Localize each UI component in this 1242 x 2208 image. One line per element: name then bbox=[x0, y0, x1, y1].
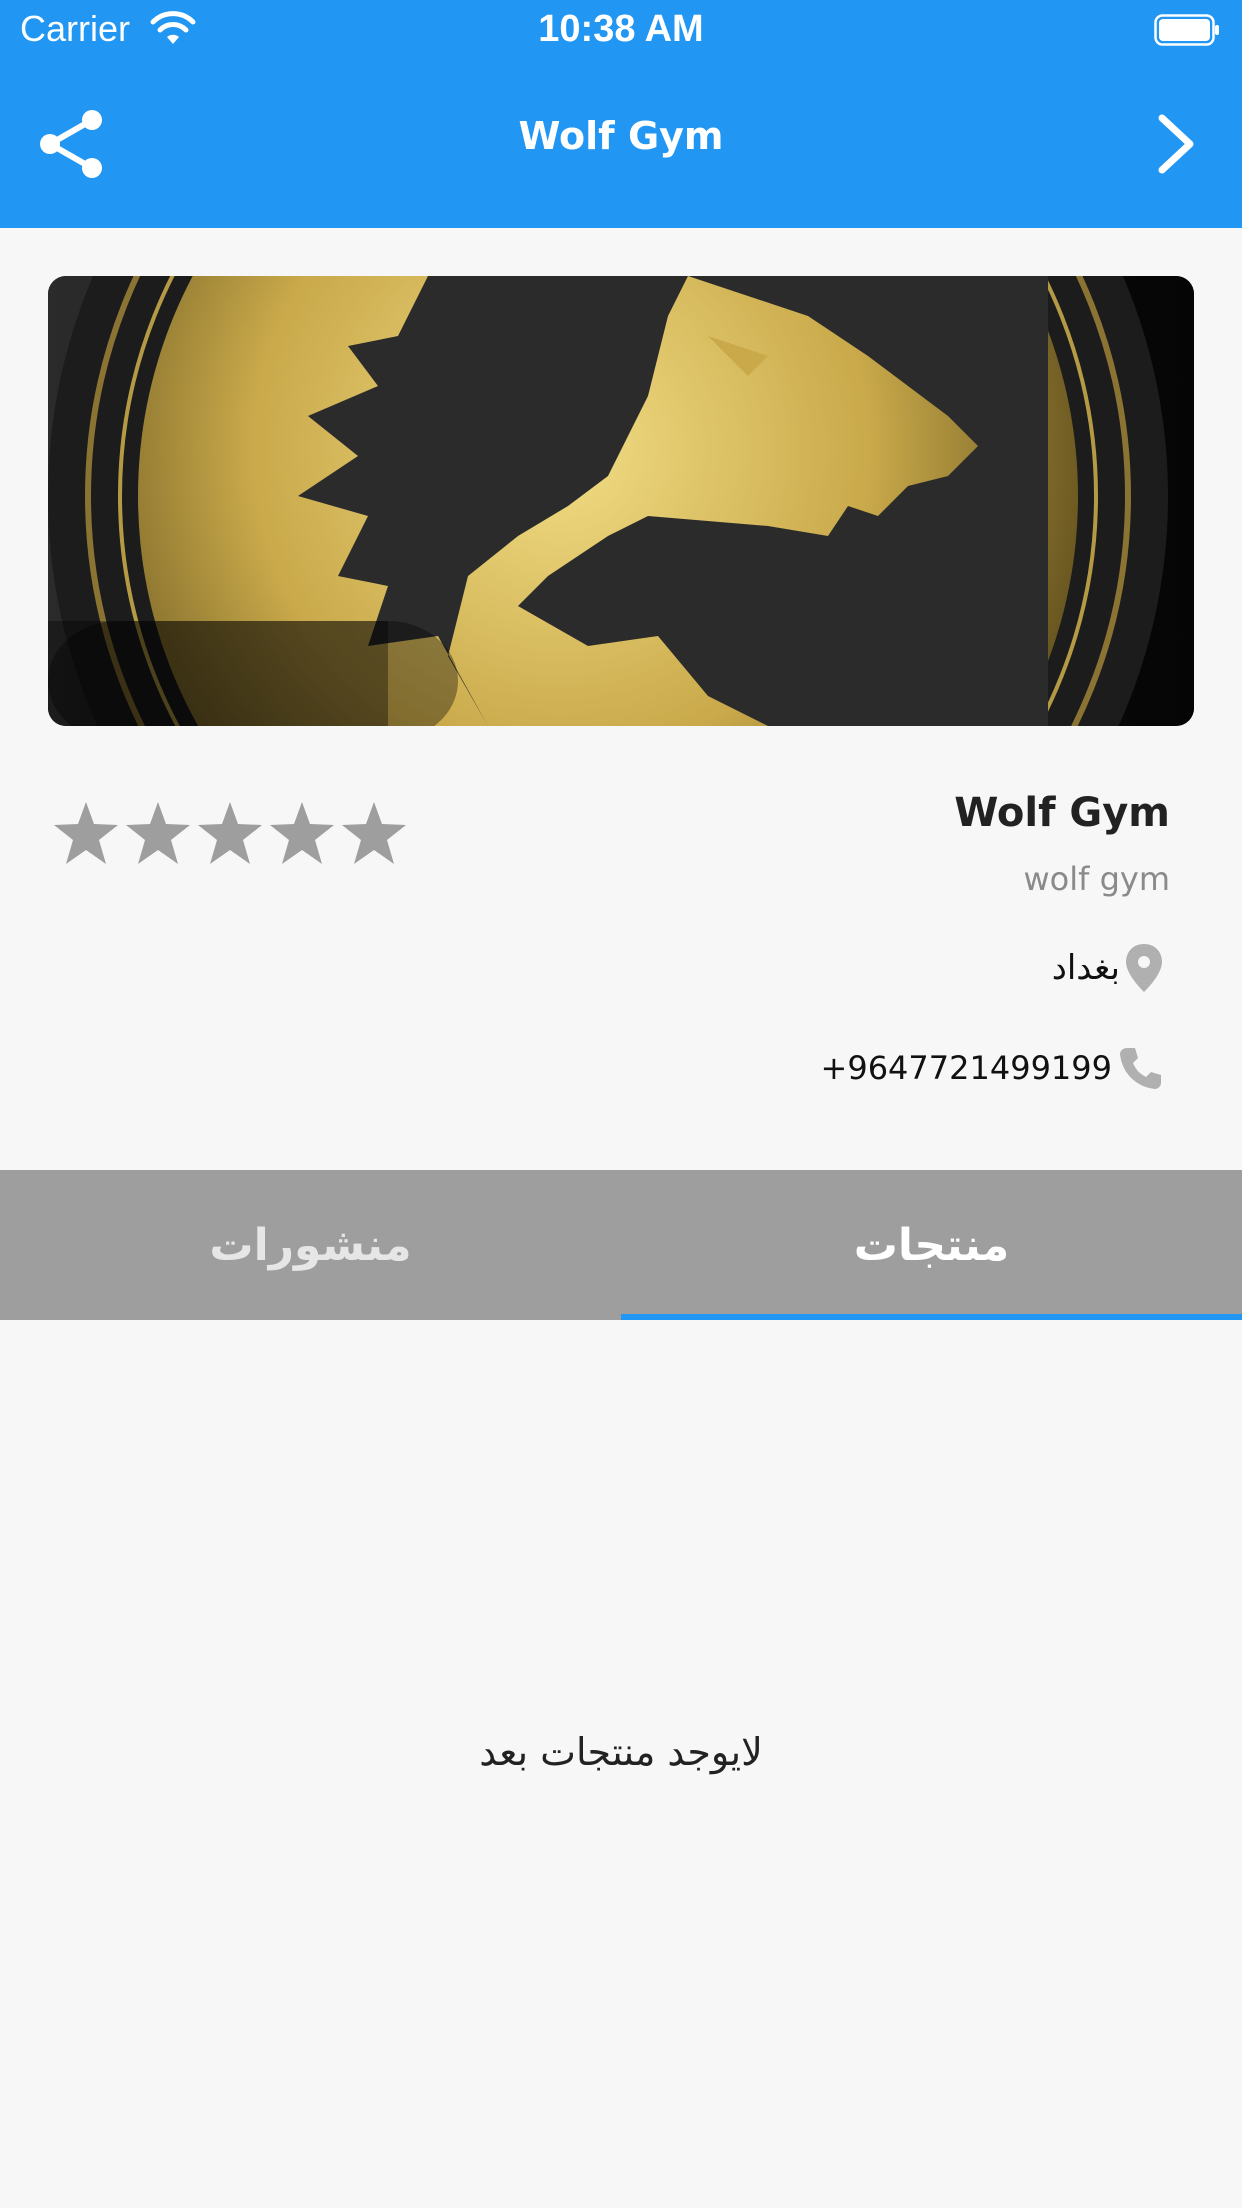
star-icon bbox=[126, 802, 190, 864]
gym-name: Wolf Gym bbox=[954, 790, 1170, 836]
location-pin-icon bbox=[1126, 944, 1162, 992]
empty-state-message: لايوجد منتجات بعد bbox=[479, 1730, 763, 1774]
tab-posts[interactable]: منشورات bbox=[0, 1170, 621, 1320]
app-bar: Wolf Gym bbox=[0, 62, 1242, 228]
status-bar: Carrier 10:38 AM bbox=[0, 0, 1242, 62]
star-icon bbox=[54, 802, 118, 864]
gym-subtitle: wolf gym bbox=[1023, 860, 1171, 898]
star-icon bbox=[342, 802, 406, 864]
chevron-right-icon[interactable] bbox=[1148, 108, 1208, 180]
tab-bar: منشورات منتجات bbox=[0, 1170, 1242, 1320]
rating-stars bbox=[50, 798, 410, 868]
clock: 10:38 AM bbox=[538, 8, 704, 50]
star-icon bbox=[270, 802, 334, 864]
phone-icon bbox=[1120, 1048, 1161, 1089]
tab-products-label: منتجات bbox=[853, 1219, 1010, 1271]
app-bar-title: Wolf Gym bbox=[518, 114, 724, 158]
star-icon bbox=[198, 802, 262, 864]
tab-posts-label: منشورات bbox=[209, 1219, 412, 1271]
gym-cover-image bbox=[48, 276, 1194, 726]
tab-indicator bbox=[621, 1314, 1242, 1320]
location-row: بغداد bbox=[1052, 940, 1164, 996]
phone-row[interactable]: +9647721499199 bbox=[821, 1040, 1164, 1096]
tab-products[interactable]: منتجات bbox=[621, 1170, 1242, 1320]
battery-icon bbox=[1154, 14, 1219, 46]
location-text: بغداد bbox=[1051, 948, 1120, 988]
phone-number[interactable]: +9647721499199 bbox=[821, 1049, 1112, 1087]
